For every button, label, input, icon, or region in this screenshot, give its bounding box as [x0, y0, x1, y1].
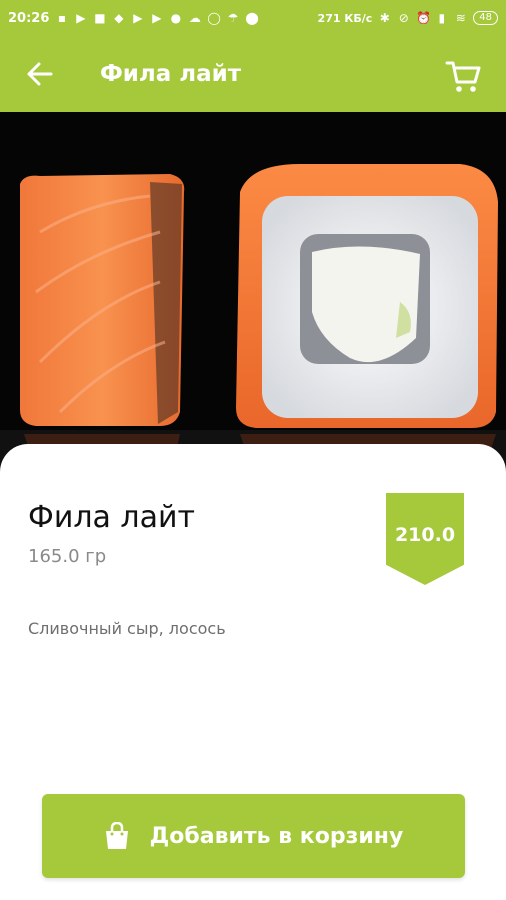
app-bar: Фила лайт [0, 36, 506, 112]
product-description: Сливочный сыр, лосось [28, 619, 226, 638]
play-icon: ▶ [76, 10, 86, 25]
app-icon: ⬤ [245, 10, 259, 25]
wifi-icon: ≋ [455, 10, 466, 25]
price-badge: 210.0 [386, 493, 464, 585]
cart-button[interactable] [444, 56, 484, 96]
add-to-cart-button[interactable]: Добавить в корзину [42, 794, 465, 878]
umbrella-icon: ☂ [227, 10, 239, 25]
bluetooth-icon: ✱ [379, 10, 390, 25]
app-icon: ● [170, 10, 182, 25]
dnd-icon: ⊘ [398, 10, 409, 25]
price-value: 210.0 [394, 524, 456, 546]
product-image [0, 112, 506, 472]
page-title: Фила лайт [100, 61, 242, 87]
network-speed: 271 КБ/с [317, 11, 373, 25]
cloud-icon: ☁ [188, 10, 201, 25]
status-bar: 20:26 ▪ ▶ ■ ◆ ▶ ▶ ● ☁ ◯ ☂ ⬤ 271 КБ/с ✱ ⊘… [0, 0, 506, 36]
message-icon: ▪ [57, 10, 66, 25]
status-time: 20:26 [8, 10, 50, 26]
signal-icon: ▮ [438, 10, 446, 25]
battery-indicator: 48 [473, 11, 498, 25]
alarm-icon: ⏰ [416, 10, 432, 25]
back-button[interactable] [0, 36, 80, 112]
shopping-bag-icon [105, 822, 128, 849]
arrow-left-icon [27, 62, 53, 86]
app-icon: ◆ [114, 10, 124, 25]
product-weight: 165.0 гр [28, 546, 107, 567]
product-details-card: Фила лайт 165.0 гр 210.0 Сливочный сыр, … [0, 444, 506, 900]
play-icon: ▶ [152, 10, 162, 25]
play-icon: ▶ [133, 10, 143, 25]
whatsapp-icon: ◯ [207, 10, 221, 25]
app-icon: ■ [94, 10, 106, 25]
product-name: Фила лайт [28, 500, 195, 535]
cart-icon [445, 61, 481, 92]
add-to-cart-label: Добавить в корзину [149, 823, 404, 849]
